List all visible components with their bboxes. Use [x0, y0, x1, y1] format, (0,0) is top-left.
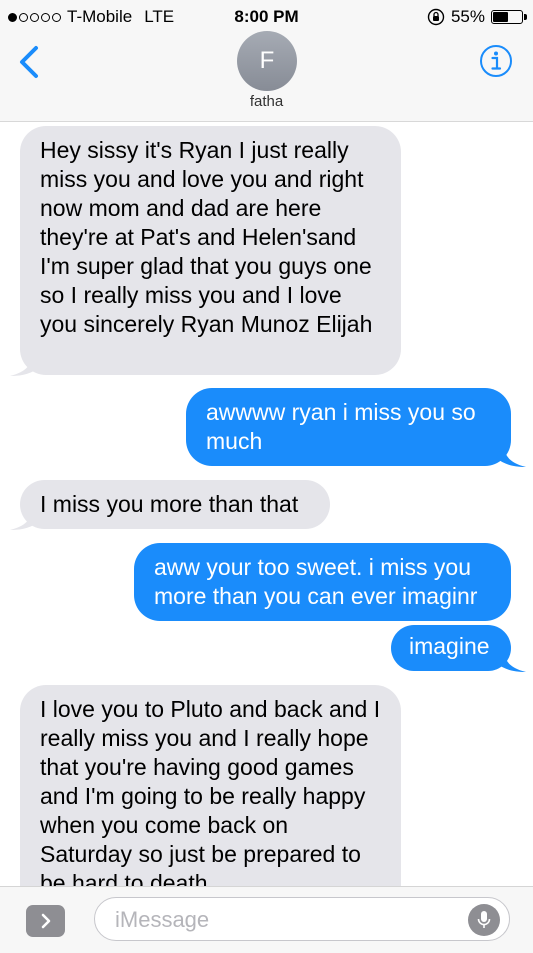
battery-percent: 55%: [450, 7, 485, 26]
status-bar: T-Mobile LTE 8:00 PM 55%: [0, 0, 533, 34]
avatar-initial: F: [259, 47, 275, 74]
info-icon[interactable]: [479, 44, 513, 78]
message-text: awwww ryan i miss you so much: [206, 399, 476, 454]
message-text: I miss you more than that: [40, 491, 299, 517]
message-bubble-outgoing[interactable]: imagine: [391, 625, 511, 671]
message-bubble-outgoing[interactable]: awwww ryan i miss you so much: [186, 388, 511, 466]
chevron-left-icon[interactable]: [14, 44, 44, 80]
bubble-tail: [10, 353, 40, 376]
bubble-tail: [10, 507, 40, 530]
chevron-right-icon: [41, 913, 50, 929]
message-input[interactable]: iMessage: [94, 897, 510, 941]
status-right: 55%: [427, 7, 527, 27]
contact-name[interactable]: fatha: [0, 93, 533, 110]
input-bar: iMessage: [0, 886, 533, 953]
apps-button[interactable]: [26, 905, 65, 937]
message-bubble-outgoing[interactable]: aww your too sweet. i miss you more than…: [134, 543, 511, 621]
bubble-tail: [496, 649, 526, 672]
bubble-tail: [496, 444, 526, 467]
microphone-icon: [477, 911, 491, 928]
message-bubble-incoming[interactable]: I miss you more than that: [20, 480, 330, 529]
message-bubble-incoming[interactable]: Hey sissy it's Ryan I just really miss y…: [20, 126, 401, 375]
microphone-button[interactable]: [468, 904, 500, 936]
message-text: Hey sissy it's Ryan I just really miss y…: [40, 137, 373, 337]
orientation-lock-icon: [427, 8, 445, 26]
message-text: aww your too sweet. i miss you more than…: [154, 554, 478, 609]
message-input-placeholder: iMessage: [115, 907, 210, 932]
message-text: imagine: [409, 633, 490, 659]
conversation-header: T-Mobile LTE 8:00 PM 55% F fatha: [0, 0, 533, 122]
battery-icon: [491, 10, 527, 24]
message-text: I love you to Pluto and back and I reall…: [40, 696, 381, 896]
avatar[interactable]: F: [237, 31, 297, 91]
